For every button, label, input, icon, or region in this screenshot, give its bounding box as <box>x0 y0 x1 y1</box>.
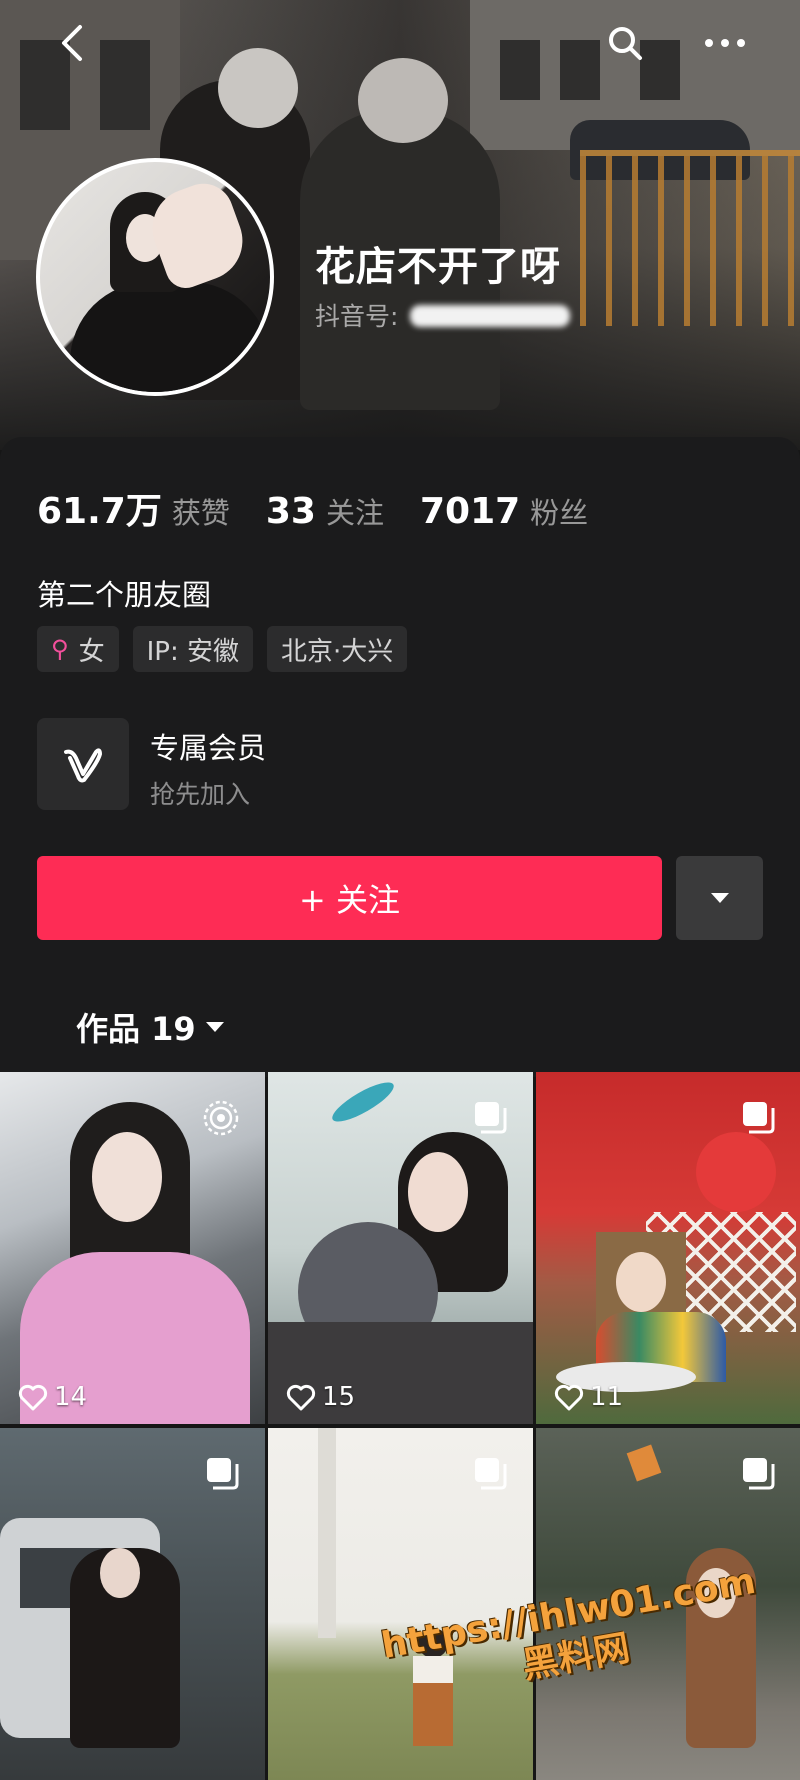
more-dots-icon <box>705 39 745 47</box>
membership-v-icon <box>64 748 102 783</box>
avatar[interactable] <box>36 158 274 396</box>
heart-icon <box>286 1384 316 1411</box>
like-count-value: 15 <box>322 1382 356 1412</box>
multi-image-icon <box>471 1098 509 1140</box>
like-count-value: 14 <box>54 1382 88 1412</box>
douyin-id-redacted <box>410 305 570 327</box>
back-arrow-icon <box>62 25 82 61</box>
search-button[interactable] <box>600 18 650 68</box>
video-thumbnail[interactable]: 15 <box>268 1072 533 1424</box>
back-button[interactable] <box>48 18 98 68</box>
membership-entry[interactable] <box>37 718 129 810</box>
region-label: 北京·大兴 <box>280 636 394 667</box>
ip-label: IP: 安徽 <box>146 636 239 667</box>
membership-title[interactable]: 专属会员 <box>150 725 266 767</box>
followers-count[interactable]: 7017 <box>420 491 520 532</box>
douyin-id-label: 抖音号: <box>315 302 399 331</box>
ip-location-tag: IP: 安徽 <box>132 626 253 672</box>
video-thumbnail[interactable] <box>0 1428 265 1780</box>
profile-tags: ⚲ 女 IP: 安徽 北京·大兴 <box>37 626 408 672</box>
tab-works[interactable]: 作品 19 <box>76 1004 226 1050</box>
profile-stats: 61.7万 获赞 33 关注 7017 粉丝 <box>37 482 624 534</box>
region-tag: 北京·大兴 <box>266 626 408 672</box>
video-thumbnail[interactable] <box>268 1428 533 1780</box>
following-label: 关注 <box>325 496 384 530</box>
likes-label: 获赞 <box>171 496 230 530</box>
multi-image-icon <box>203 1454 241 1496</box>
multi-image-icon <box>471 1454 509 1496</box>
follow-button[interactable]: + 关注 <box>37 856 662 940</box>
likes-count[interactable]: 61.7万 <box>37 482 162 534</box>
multi-image-icon <box>739 1098 777 1140</box>
like-count: 14 <box>18 1382 87 1412</box>
caret-down-icon <box>710 893 729 903</box>
female-icon: ⚲ <box>51 635 69 663</box>
caret-down-icon <box>205 1022 224 1032</box>
works-tab-label: 作品 19 <box>76 1010 196 1048</box>
profile-bio: 第二个朋友圈 <box>37 578 212 612</box>
search-icon <box>609 27 642 60</box>
like-count: 15 <box>286 1382 355 1412</box>
video-thumbnail[interactable]: 14 <box>0 1072 265 1424</box>
multi-image-icon <box>739 1454 777 1496</box>
heart-icon <box>554 1384 584 1411</box>
more-options-button[interactable] <box>700 18 750 68</box>
gender-tag: ⚲ 女 <box>37 626 119 672</box>
video-thumbnail[interactable]: 11 <box>536 1072 800 1424</box>
live-icon <box>201 1098 241 1142</box>
like-count: 11 <box>554 1382 623 1412</box>
follow-label: + 关注 <box>299 881 400 919</box>
following-count[interactable]: 33 <box>266 491 316 532</box>
membership-subtitle: 抢先加入 <box>150 780 251 809</box>
heart-icon <box>18 1384 48 1411</box>
nickname: 花店不开了呀 <box>315 244 561 290</box>
recommend-dropdown-button[interactable] <box>676 856 763 940</box>
followers-label: 粉丝 <box>530 496 589 530</box>
like-count-value: 11 <box>590 1382 624 1412</box>
gender-label: 女 <box>78 636 105 667</box>
